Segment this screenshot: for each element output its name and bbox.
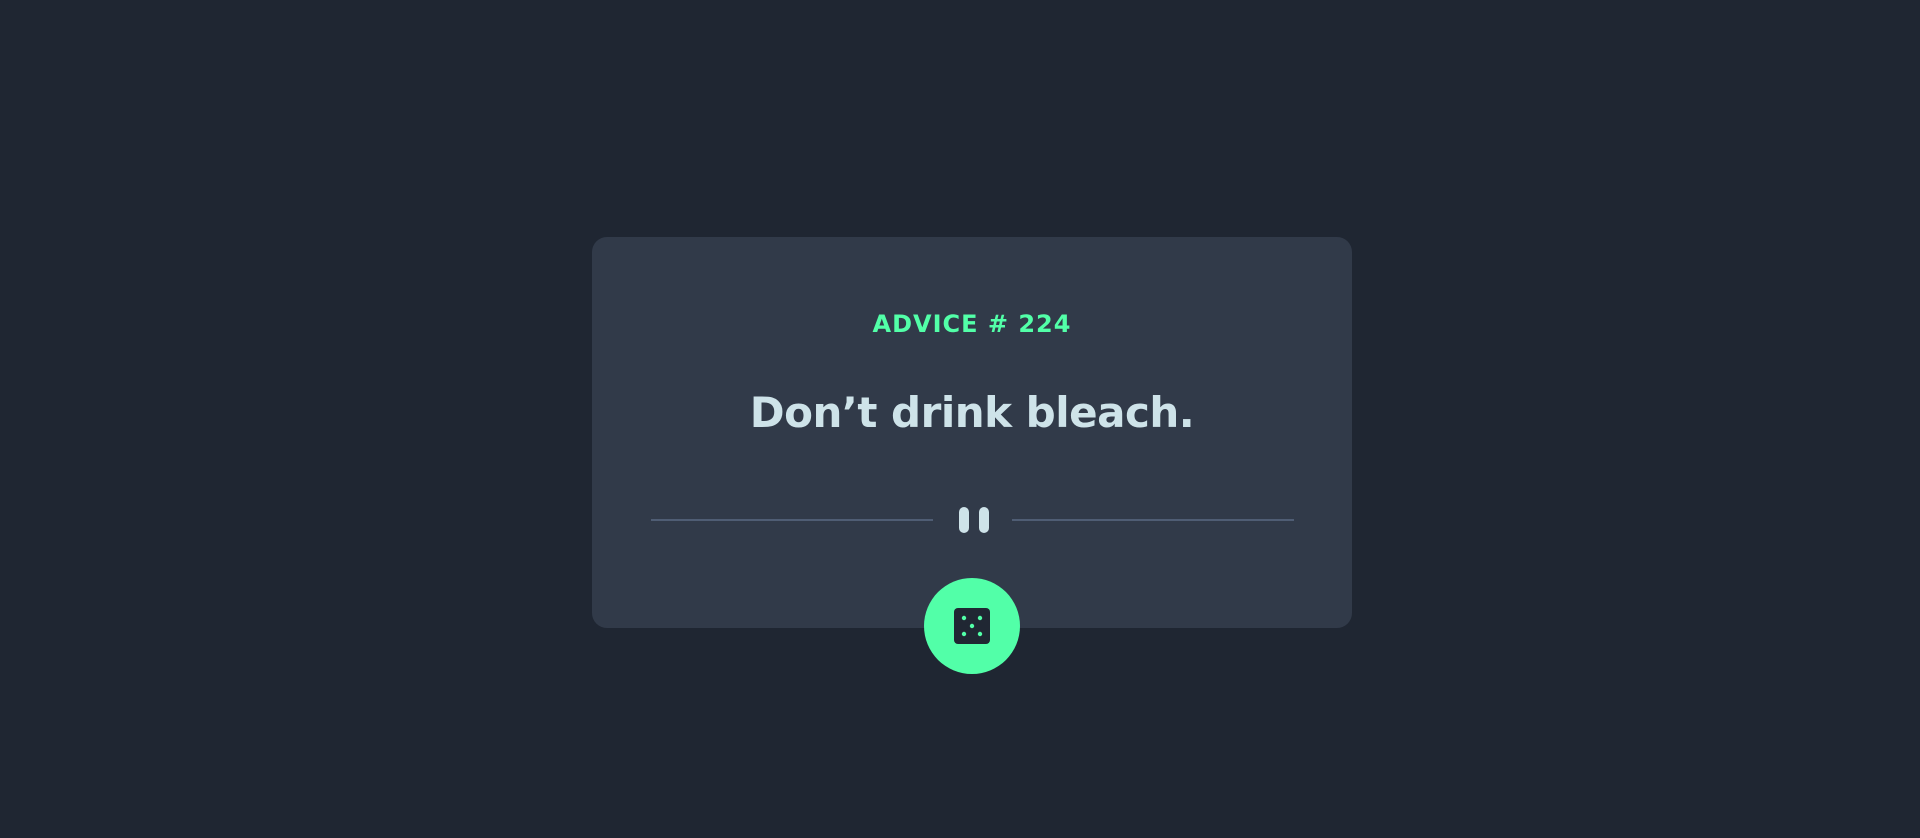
divider-line-left [651, 519, 933, 521]
pause-bar-right [979, 507, 989, 533]
advice-number: ADVICE # 224 [872, 310, 1072, 338]
generate-advice-button[interactable] [924, 578, 1020, 674]
advice-card: ADVICE # 224 Don’t drink bleach. [592, 237, 1352, 628]
divider [651, 507, 1294, 533]
divider-line-right [1012, 519, 1294, 521]
dice-icon [954, 608, 990, 644]
pause-bar-left [959, 507, 969, 533]
pause-icon [959, 507, 989, 533]
advice-quote: Don’t drink bleach. [749, 388, 1195, 437]
page: ADVICE # 224 Don’t drink bleach. [0, 0, 1920, 838]
